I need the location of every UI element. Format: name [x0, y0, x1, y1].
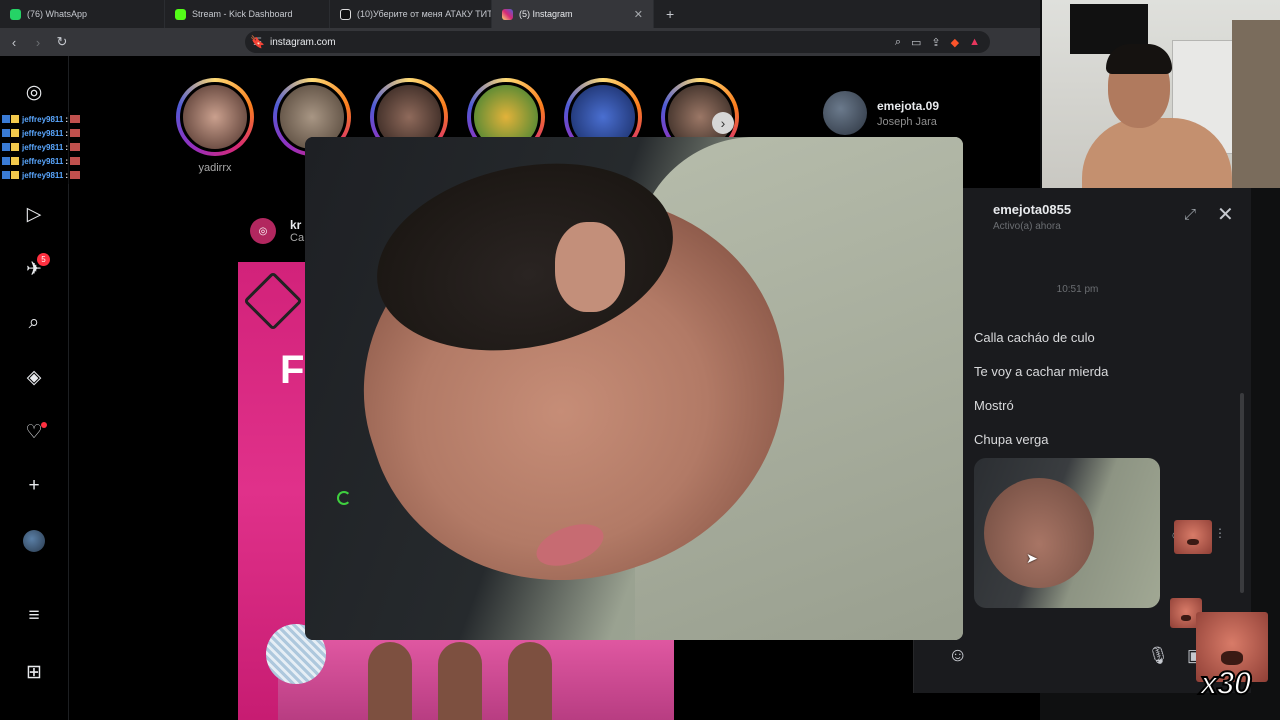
expand-icon[interactable]: ⤢ [1184, 206, 1196, 223]
brand-logo [243, 271, 303, 331]
kick-icon [175, 8, 186, 20]
tab-whatsapp[interactable]: (76) WhatsApp [0, 0, 165, 28]
chat-emote [70, 143, 81, 151]
tab-label: (10)Уберите от меня АТАКУ ТИТАН... [357, 9, 492, 19]
create-icon[interactable]: + [22, 474, 46, 498]
chat-username: jeffrey9811 [22, 128, 64, 138]
emoji-icon[interactable]: ☺ [948, 645, 967, 667]
shared-video-thumbnail[interactable] [974, 458, 1160, 608]
message-bubble[interactable]: Mostró [974, 398, 1014, 413]
post-avatar[interactable]: ◎ [250, 218, 276, 244]
emote-laughing [1174, 520, 1212, 554]
profile-avatar[interactable] [23, 530, 45, 552]
chat-separator: : [65, 170, 69, 180]
apps-icon[interactable]: ⊞ [22, 660, 46, 684]
instagram-icon [502, 8, 513, 20]
reload-icon[interactable]: ↻ [52, 34, 72, 50]
post-headline: F [280, 348, 305, 392]
tiktok-icon [340, 8, 351, 20]
chat-separator: : [65, 114, 69, 124]
emote-multiplier: x30 [1199, 664, 1252, 702]
microphone-icon[interactable]: 🎙 [1147, 646, 1169, 666]
chat-username: jeffrey9811 [22, 170, 64, 180]
browser-tab-bar: (76) WhatsApp Stream - Kick Dashboard (1… [0, 0, 1040, 28]
chat-username: jeffrey9811 [22, 114, 64, 124]
suggestion-username: emejota.09 [877, 98, 940, 113]
chat-line: jeffrey9811 : [0, 140, 160, 154]
message-bubble[interactable]: Calla cacháo de culo [974, 330, 1095, 345]
message-bubble[interactable]: Te voy a cachar mierda [974, 364, 1108, 379]
tab-label: (5) Instagram [519, 9, 573, 19]
chat-line: jeffrey9811 : [0, 126, 160, 140]
streamer-webcam [1042, 0, 1280, 188]
bookmark-icon[interactable]: 🔖 [250, 35, 265, 49]
whatsapp-icon [10, 8, 21, 20]
post-username[interactable]: kr [290, 218, 304, 232]
menu-icon[interactable]: ≡ [22, 604, 46, 628]
url-text: instagram.com [269, 36, 336, 48]
chat-username: jeffrey9811 [22, 142, 64, 152]
stream-chat-overlay: jeffrey9811 : jeffrey9811 : jeffrey9811 … [0, 112, 160, 184]
tab-tiktok[interactable]: (10)Уберите от меня АТАКУ ТИТАН... [330, 0, 492, 28]
video-frame-ear [555, 222, 625, 312]
notification-badge: 5 [37, 253, 50, 266]
more-options-icon[interactable]: ⋮ [1214, 526, 1226, 540]
webcam-door [1232, 20, 1280, 188]
tab-label: Stream - Kick Dashboard [192, 9, 293, 19]
post-subtitle: Ca [290, 232, 305, 244]
account-suggestion[interactable]: emejota.09 Joseph Jara [823, 91, 939, 135]
tab-instagram[interactable]: (5) Instagram ✕ [492, 0, 654, 28]
story-name: yadirrx [198, 162, 232, 174]
story-ring [176, 78, 254, 156]
chat-separator: : [65, 142, 69, 152]
message-composer[interactable]: ☺ 🎙 ▣ [928, 632, 1233, 680]
tab-label: (76) WhatsApp [27, 9, 88, 19]
post-header: ◎ kr Ca [250, 218, 304, 244]
video-player-popup[interactable] [305, 137, 963, 640]
brave-rewards-icon[interactable]: ▲ [969, 36, 980, 49]
team-photo [278, 632, 674, 720]
new-tab-button[interactable]: + [654, 0, 686, 28]
story-avatar [180, 82, 250, 152]
chat-emote [70, 115, 81, 123]
message-bubble[interactable]: Chupa verga [974, 432, 1048, 447]
forward-icon[interactable]: › [28, 35, 48, 50]
chat-emote [70, 171, 81, 179]
explore-icon[interactable]: ◈ [22, 365, 46, 389]
screen: (76) WhatsApp Stream - Kick Dashboard (1… [0, 0, 1280, 720]
chat-username: jeffrey9811 [22, 156, 64, 166]
tab-kick-dashboard[interactable]: Stream - Kick Dashboard [165, 0, 330, 28]
mouse-cursor-icon: ➤ [1026, 550, 1038, 566]
loading-spinner-icon [337, 491, 351, 505]
chat-emote [70, 157, 81, 165]
chat-line: jeffrey9811 : [0, 168, 160, 182]
webcam-hair [1106, 44, 1172, 74]
close-tab-icon[interactable]: ✕ [624, 8, 643, 21]
chat-line: jeffrey9811 : [0, 112, 160, 126]
reels-icon[interactable]: ▷ [22, 202, 46, 226]
chevron-right-icon[interactable]: › [712, 112, 734, 134]
story-item[interactable]: yadirrx [175, 78, 255, 174]
address-bar[interactable]: ☰ instagram.com ⌕ ▭ ⇪ ◆ ▲ [245, 31, 990, 53]
message-timestamp: 10:51 pm [1056, 284, 1099, 295]
notification-dot [41, 422, 47, 428]
instagram-logo-icon[interactable]: ◎ [22, 80, 46, 104]
browser-nav-bar: ‹ › ↻ ☰ instagram.com ⌕ ▭ ⇪ ◆ ▲ 🔖 [0, 28, 1040, 56]
close-icon[interactable]: ✕ [1217, 202, 1234, 227]
zoom-icon[interactable]: ⌕ [895, 36, 901, 49]
share-icon[interactable]: ⇪ [931, 36, 940, 49]
suggestion-full-name: Joseph Jara [877, 115, 937, 128]
dm-status: Activo(a) ahora [993, 221, 1061, 232]
dm-username[interactable]: emejota0855 [993, 202, 1071, 217]
chat-emote [70, 129, 81, 137]
avatar [823, 91, 867, 135]
back-icon[interactable]: ‹ [4, 35, 24, 50]
search-icon[interactable]: ⌕ [22, 311, 46, 335]
cast-icon[interactable]: ▭ [911, 36, 921, 49]
chat-separator: : [65, 128, 69, 138]
brave-shield-icon[interactable]: ◆ [951, 36, 959, 49]
chat-line: jeffrey9811 : [0, 154, 160, 168]
chat-separator: : [65, 156, 69, 166]
chat-scrollbar[interactable] [1240, 393, 1244, 593]
